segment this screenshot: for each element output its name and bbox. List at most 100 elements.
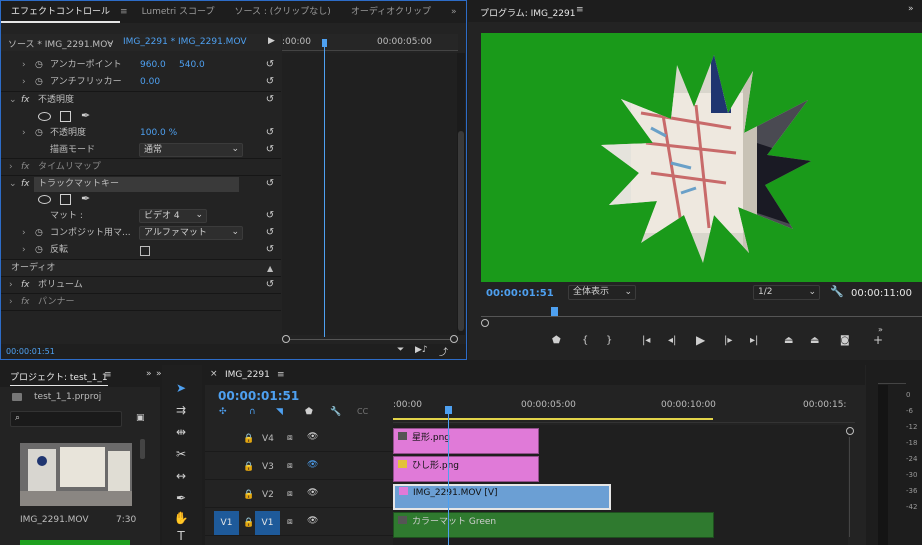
- add-marker-icon[interactable]: ⬟: [552, 335, 561, 346]
- reset-icon[interactable]: ↺: [264, 59, 276, 71]
- razor-tool-icon[interactable]: ✂: [171, 445, 191, 463]
- anchor-y-value[interactable]: 540.0: [179, 57, 205, 74]
- expand-chevron-icon[interactable]: ›: [22, 242, 26, 259]
- playhead-marker[interactable]: [322, 39, 327, 47]
- export-frame-icon[interactable]: ⤴: [439, 345, 448, 358]
- ec-zoom-bar[interactable]: [282, 335, 458, 343]
- reset-icon[interactable]: ↺: [264, 94, 276, 106]
- lock-icon[interactable]: 🔒: [243, 490, 254, 500]
- fx-icon[interactable]: fx: [21, 176, 30, 193]
- resolution-select[interactable]: 1/2 ⌄: [753, 285, 820, 300]
- add-button-icon[interactable]: +: [873, 333, 883, 347]
- panel-overflow-icon[interactable]: »: [908, 4, 914, 14]
- clip-thumbnail[interactable]: [20, 443, 132, 506]
- zoom-handle-right[interactable]: [450, 335, 458, 343]
- opacity-value[interactable]: 100.0 %: [140, 125, 177, 142]
- stopwatch-icon[interactable]: ◷: [35, 74, 43, 91]
- extract-icon[interactable]: ⏏: [810, 335, 819, 346]
- reset-icon[interactable]: ↺: [264, 76, 276, 88]
- fx-icon[interactable]: fx: [21, 159, 30, 176]
- program-scrubber[interactable]: [481, 306, 922, 328]
- timeline-scroll-handle[interactable]: [846, 427, 854, 435]
- collapse-chevron-icon[interactable]: ⌄: [9, 92, 17, 109]
- sequence-tab[interactable]: IMG_2291: [225, 370, 270, 380]
- ec-scroll-thumb[interactable]: [458, 131, 464, 331]
- matte-select[interactable]: ビデオ 4 ⌄: [139, 209, 207, 223]
- pen-mask-icon[interactable]: ✒: [81, 109, 90, 122]
- scrubber-zoom-left[interactable]: [481, 319, 489, 327]
- ec-time-ruler[interactable]: :00:00 00:00:05:00: [282, 34, 458, 51]
- eye-hidden-icon[interactable]: 👁: [307, 460, 318, 470]
- tab-audio-clip[interactable]: オーディオクリップ: [341, 1, 441, 23]
- new-bin-icon[interactable]: ▣: [136, 413, 145, 423]
- expand-chevron-icon[interactable]: ›: [22, 57, 26, 74]
- pen-mask-icon[interactable]: ✒: [81, 192, 90, 205]
- stopwatch-icon[interactable]: ◷: [35, 242, 43, 259]
- program-menu-icon[interactable]: ≡: [576, 5, 584, 15]
- zoom-handle-left[interactable]: [282, 335, 290, 343]
- stopwatch-icon[interactable]: ◷: [35, 57, 43, 74]
- program-title[interactable]: プログラム: IMG_2291: [480, 6, 575, 19]
- anchor-x-value[interactable]: 960.0: [140, 57, 166, 74]
- linked-selection-icon[interactable]: ◥: [276, 407, 283, 417]
- rectangle-mask-icon[interactable]: [60, 111, 71, 122]
- timeline-menu-icon[interactable]: ≡: [277, 370, 285, 380]
- wrench-icon[interactable]: 🔧: [330, 407, 341, 417]
- lock-icon[interactable]: 🔒: [243, 518, 254, 528]
- pen-tool-icon[interactable]: ✒: [171, 489, 191, 507]
- track-name[interactable]: V1: [255, 511, 280, 535]
- tab-lumetri-scopes[interactable]: Lumetri スコープ: [132, 1, 225, 23]
- close-icon[interactable]: ×: [210, 369, 218, 379]
- ec-timecode[interactable]: 00:00:01:51: [6, 347, 55, 356]
- program-video-frame[interactable]: [481, 33, 922, 282]
- selection-tool-icon[interactable]: ➤: [171, 379, 191, 397]
- ellipse-mask-icon[interactable]: [38, 195, 51, 204]
- invert-checkbox[interactable]: [140, 246, 150, 256]
- type-tool-icon[interactable]: T: [171, 527, 191, 545]
- stopwatch-icon[interactable]: ◷: [35, 225, 43, 242]
- project-menu-icon[interactable]: ≡: [104, 370, 112, 380]
- expand-chevron-icon[interactable]: ›: [22, 225, 26, 242]
- track-area[interactable]: 星形.png ひし形.png IMG_2291.MOV [V] カラーマット G…: [393, 425, 848, 545]
- tab-source[interactable]: ソース : (クリップなし): [224, 1, 340, 23]
- expand-chevron-icon[interactable]: ›: [22, 74, 26, 91]
- step-forward-icon[interactable]: |▸: [724, 335, 732, 346]
- expand-chevron-icon[interactable]: ›: [9, 294, 13, 311]
- project-search-input[interactable]: ⌕: [10, 411, 122, 427]
- play-arrow-icon[interactable]: ▶: [268, 36, 275, 46]
- eye-icon[interactable]: 👁: [307, 432, 318, 442]
- stopwatch-icon[interactable]: ◷: [35, 125, 43, 142]
- fx-icon[interactable]: fx: [21, 277, 30, 294]
- play-icon[interactable]: ▶: [696, 333, 705, 347]
- mark-out-icon[interactable]: }: [606, 335, 612, 346]
- eye-icon[interactable]: 👁: [307, 516, 318, 526]
- program-timecode[interactable]: 00:00:01:51: [486, 288, 554, 299]
- clip-color-matte[interactable]: カラーマット Green: [393, 512, 714, 538]
- snap-icon[interactable]: ∩: [249, 407, 256, 417]
- timeline-ruler[interactable]: :00:00 00:00:05:00 00:00:10:00 00:00:15:: [393, 393, 855, 423]
- scrubber-playhead[interactable]: [551, 307, 558, 316]
- track-matte-label[interactable]: トラックマットキー: [34, 177, 239, 192]
- panel-overflow-icon[interactable]: »: [156, 369, 162, 379]
- expand-chevron-icon[interactable]: ›: [9, 159, 13, 176]
- sync-lock-icon[interactable]: ⧈: [287, 517, 293, 527]
- go-to-out-icon[interactable]: ▸|: [750, 335, 758, 346]
- step-back-icon[interactable]: ◂|: [668, 335, 676, 346]
- antiflicker-value[interactable]: 0.00: [140, 74, 160, 91]
- track-select-tool-icon[interactable]: ⇉: [171, 401, 191, 419]
- rectangle-mask-icon[interactable]: [60, 194, 71, 205]
- timeline-vscroll[interactable]: [849, 437, 850, 537]
- panel-overflow-icon[interactable]: »: [441, 1, 467, 23]
- wrench-icon[interactable]: 🔧: [830, 285, 844, 298]
- ellipse-mask-icon[interactable]: [38, 112, 51, 121]
- sync-lock-icon[interactable]: ⧈: [287, 489, 293, 499]
- composite-select[interactable]: アルファマット ⌄: [139, 226, 243, 240]
- tab-effect-controls[interactable]: エフェクトコントロール: [1, 1, 121, 23]
- fx-icon[interactable]: fx: [21, 294, 30, 311]
- collapse-up-icon[interactable]: ▲: [267, 260, 273, 277]
- sync-lock-icon[interactable]: ⧈: [287, 433, 293, 443]
- expand-chevron-icon[interactable]: ›: [22, 125, 26, 142]
- go-to-in-icon[interactable]: |◂: [642, 335, 650, 346]
- clip-diamond-png[interactable]: ひし形.png: [393, 456, 539, 482]
- clip-label[interactable]: IMG_2291 * IMG_2291.MOV: [123, 37, 247, 47]
